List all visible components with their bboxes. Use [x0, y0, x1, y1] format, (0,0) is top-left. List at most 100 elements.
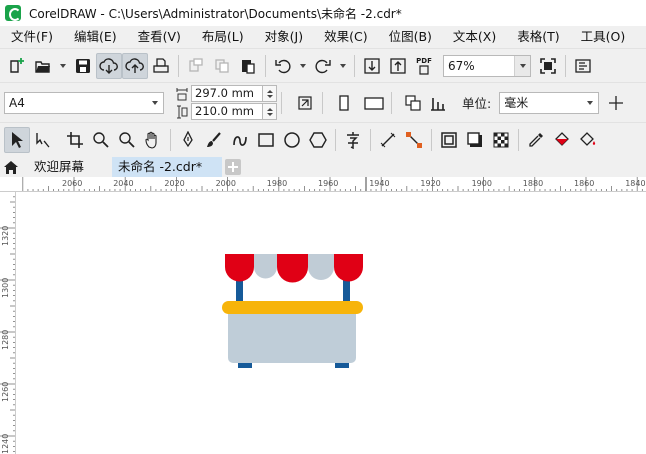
page-width-input[interactable]: 297.0 mm: [191, 85, 263, 102]
new-document-button[interactable]: [4, 53, 30, 79]
connector-tool-button[interactable]: [401, 127, 427, 153]
market-stall-illustration[interactable]: [16, 192, 646, 454]
save-button[interactable]: [70, 53, 96, 79]
open-button[interactable]: [30, 53, 56, 79]
stall-foot-right[interactable]: [335, 363, 349, 368]
undo-button[interactable]: [270, 53, 296, 79]
redo-button[interactable]: [310, 53, 336, 79]
property-bar: A4 297.0 mm 210.0 mm 单位: 毫米: [0, 82, 646, 122]
cloud-upload-button[interactable]: [122, 52, 148, 79]
page-width-icon: [176, 87, 188, 100]
copy-button[interactable]: [209, 53, 235, 79]
hand-icon: [145, 131, 157, 149]
page-height-stepper[interactable]: [263, 103, 277, 120]
current-page-button[interactable]: [426, 90, 452, 116]
drop-shadow-tool-button[interactable]: [462, 127, 488, 153]
home-tab[interactable]: [0, 156, 22, 177]
zoom-level-select[interactable]: 67%: [443, 54, 531, 77]
import-button[interactable]: [359, 53, 385, 79]
curve-tool-button[interactable]: [227, 127, 253, 153]
smart-fill-tool-button[interactable]: [575, 127, 601, 153]
chevron-down-icon: [514, 55, 530, 76]
chevron-down-icon: [60, 63, 66, 68]
stall-foot-left[interactable]: [238, 363, 252, 368]
ruler-label: 1840: [625, 179, 645, 188]
nudge-distance-button[interactable]: [603, 90, 629, 116]
shape-tool-button[interactable]: [30, 127, 56, 153]
standard-toolbar: PDF 67%: [0, 48, 646, 82]
portrait-button[interactable]: [331, 90, 357, 116]
pen-tool-button[interactable]: [175, 127, 201, 153]
all-pages-button[interactable]: [400, 90, 426, 116]
cloud-upload-icon: [125, 57, 144, 73]
paste-button[interactable]: [235, 53, 261, 79]
ellipse-tool-button[interactable]: [279, 127, 305, 153]
fill-icon: [580, 131, 596, 146]
page-width-stepper[interactable]: [263, 85, 277, 102]
add-tab-icon[interactable]: [225, 159, 241, 175]
vertical-ruler[interactable]: 1320 1300 1280 1260 1240: [0, 192, 16, 454]
zoom-out-tool-button[interactable]: [114, 127, 140, 153]
menu-effects[interactable]: 效果(C): [313, 26, 377, 48]
landscape-button[interactable]: [361, 90, 387, 116]
brush-icon: [207, 131, 221, 147]
print-button[interactable]: [148, 53, 174, 79]
transparency-tool-button[interactable]: [488, 127, 514, 153]
units-select[interactable]: 毫米: [499, 91, 600, 114]
cut-button[interactable]: [183, 53, 209, 79]
export-button[interactable]: [385, 53, 411, 79]
contour-tool-button[interactable]: [436, 127, 462, 153]
redo-dropdown-button[interactable]: [336, 53, 350, 79]
awning-segment[interactable]: [254, 254, 277, 279]
open-dropdown-button[interactable]: [56, 53, 70, 79]
zoom-tool-button[interactable]: [88, 127, 114, 153]
tab-welcome-screen[interactable]: 欢迎屏幕: [22, 157, 112, 177]
menu-bitmaps[interactable]: 位图(B): [378, 26, 442, 48]
menu-layout[interactable]: 布局(L): [191, 26, 254, 48]
ruler-label: 2000: [216, 179, 236, 188]
menu-tools[interactable]: 工具(O): [570, 26, 636, 48]
page-height-input[interactable]: 210.0 mm: [191, 103, 263, 120]
polygon-tool-button[interactable]: [305, 127, 331, 153]
eyedropper-tool-button[interactable]: [523, 127, 549, 153]
brush-tool-button[interactable]: [201, 127, 227, 153]
apply-all-pages-button[interactable]: [292, 90, 318, 116]
tab-current-document[interactable]: 未命名 -2.cdr*: [112, 157, 222, 177]
landscape-icon: [364, 96, 384, 110]
drawing-canvas[interactable]: [16, 192, 646, 454]
pan-tool-button[interactable]: [140, 127, 166, 153]
horizontal-ruler[interactable]: 2060 2040 2020 2000 1980 1960 1940 1920 1900 1880…: [0, 177, 646, 192]
publish-pdf-button[interactable]: PDF: [411, 53, 437, 79]
awning-segment[interactable]: [308, 254, 334, 280]
menu-text[interactable]: 文本(X): [442, 26, 506, 48]
undo-dropdown-button[interactable]: [296, 53, 310, 79]
ruler-label: 1980: [267, 179, 287, 188]
page-size-value: A4: [9, 95, 25, 110]
text-tool-button[interactable]: [340, 127, 366, 153]
application-launcher-button[interactable]: [570, 53, 596, 79]
awning-segment[interactable]: [334, 254, 363, 282]
menu-edit[interactable]: 编辑(E): [63, 26, 127, 48]
menu-object[interactable]: 对象(J): [254, 26, 313, 48]
full-screen-preview-button[interactable]: [535, 53, 561, 79]
interactive-fill-tool-button[interactable]: [549, 127, 575, 153]
menu-view[interactable]: 查看(V): [127, 26, 191, 48]
stall-counter[interactable]: [222, 301, 363, 314]
page-size-select[interactable]: A4: [4, 91, 164, 114]
menu-file[interactable]: 文件(F): [0, 26, 63, 48]
pick-tool-button[interactable]: [4, 126, 30, 153]
cloud-download-button[interactable]: [96, 52, 122, 79]
ruler-label: 1280: [1, 330, 10, 350]
ruler-label: 1960: [318, 179, 338, 188]
toolbox: [0, 122, 646, 156]
crop-tool-button[interactable]: [62, 127, 88, 153]
rectangle-tool-button[interactable]: [253, 127, 279, 153]
ruler-label: 1320: [1, 226, 10, 246]
awning-segment[interactable]: [277, 254, 308, 283]
document-tabs: 欢迎屏幕 未命名 -2.cdr*: [0, 156, 646, 177]
dimension-tool-button[interactable]: [375, 127, 401, 153]
menu-table[interactable]: 表格(T): [506, 26, 569, 48]
ruler-label: 2060: [62, 179, 82, 188]
stall-body[interactable]: [228, 309, 356, 363]
awning-segment[interactable]: [225, 254, 254, 282]
